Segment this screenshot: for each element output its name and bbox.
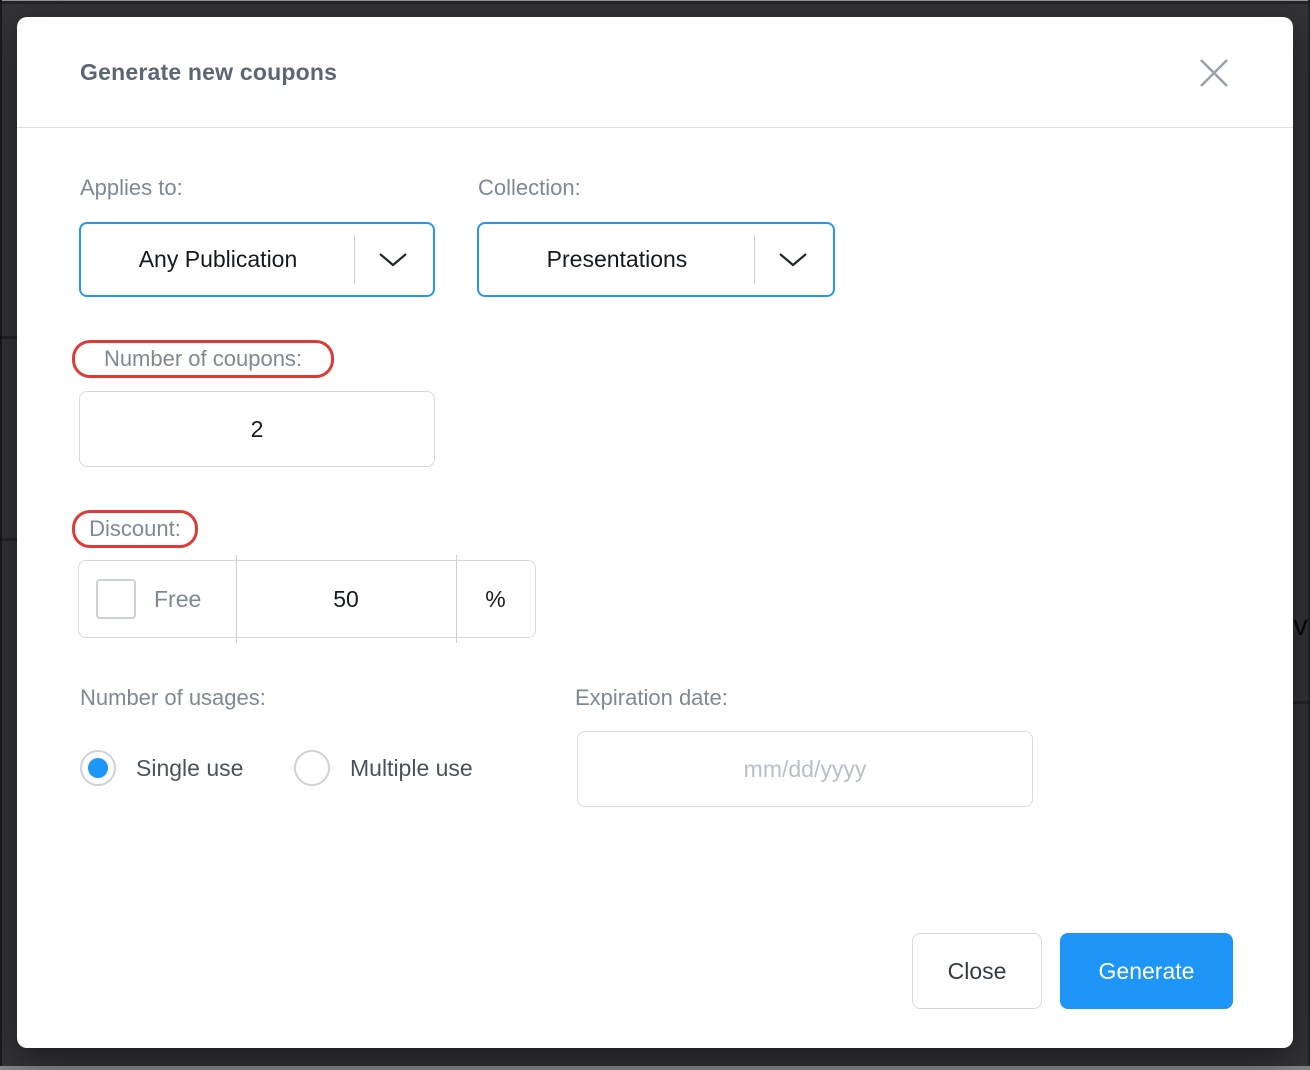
select-divider: [354, 235, 355, 284]
applies-to-select[interactable]: Any Publication: [79, 222, 435, 297]
generate-button[interactable]: Generate: [1060, 933, 1233, 1009]
close-button[interactable]: Close: [912, 933, 1042, 1009]
background-table-row-line: [0, 336, 17, 339]
discount-label: Discount:: [89, 516, 181, 542]
applies-to-label: Applies to:: [80, 174, 183, 202]
number-of-coupons-input[interactable]: [79, 391, 435, 467]
chevron-down-icon: [376, 251, 410, 269]
expiration-date-label: Expiration date:: [575, 684, 728, 712]
window-frame-left-edge: [0, 0, 2, 1070]
generate-coupons-dialog: Generate new coupons Applies to: Collect…: [17, 17, 1293, 1048]
select-divider: [754, 235, 755, 284]
multiple-use-radio-label[interactable]: Multiple use: [350, 754, 473, 782]
number-of-coupons-label: Number of coupons:: [104, 346, 302, 372]
background-table-row-line: [0, 538, 17, 541]
background-table-row-line: [1293, 701, 1310, 704]
chevron-down-icon: [776, 251, 810, 269]
annotation-highlight-discount: Discount:: [72, 510, 198, 548]
dialog-title: Generate new coupons: [80, 57, 337, 87]
discount-unit-label: %: [485, 586, 505, 613]
window-frame-top-edge: [0, 1, 1310, 4]
discount-unit-section: %: [456, 561, 535, 637]
discount-control: Free %: [78, 560, 536, 638]
annotation-highlight-number-of-coupons: Number of coupons:: [72, 340, 334, 378]
number-of-usages-label: Number of usages:: [80, 684, 266, 712]
discount-value-input[interactable]: [236, 586, 456, 613]
background-text-fragment: vi: [1293, 606, 1310, 646]
discount-free-section: Free: [79, 561, 236, 637]
discount-value-section: [236, 561, 456, 637]
expiration-date-input[interactable]: [577, 731, 1033, 807]
single-use-radio[interactable]: [80, 750, 116, 786]
multiple-use-radio[interactable]: [294, 750, 330, 786]
free-checkbox[interactable]: [96, 579, 136, 619]
collection-label: Collection:: [478, 174, 581, 202]
close-icon[interactable]: [1194, 53, 1234, 93]
header-divider: [17, 127, 1293, 128]
single-use-radio-label[interactable]: Single use: [136, 754, 243, 782]
window-frame-bottom-band: [0, 1066, 1310, 1070]
free-checkbox-label: Free: [154, 586, 201, 613]
collection-select[interactable]: Presentations: [477, 222, 835, 297]
